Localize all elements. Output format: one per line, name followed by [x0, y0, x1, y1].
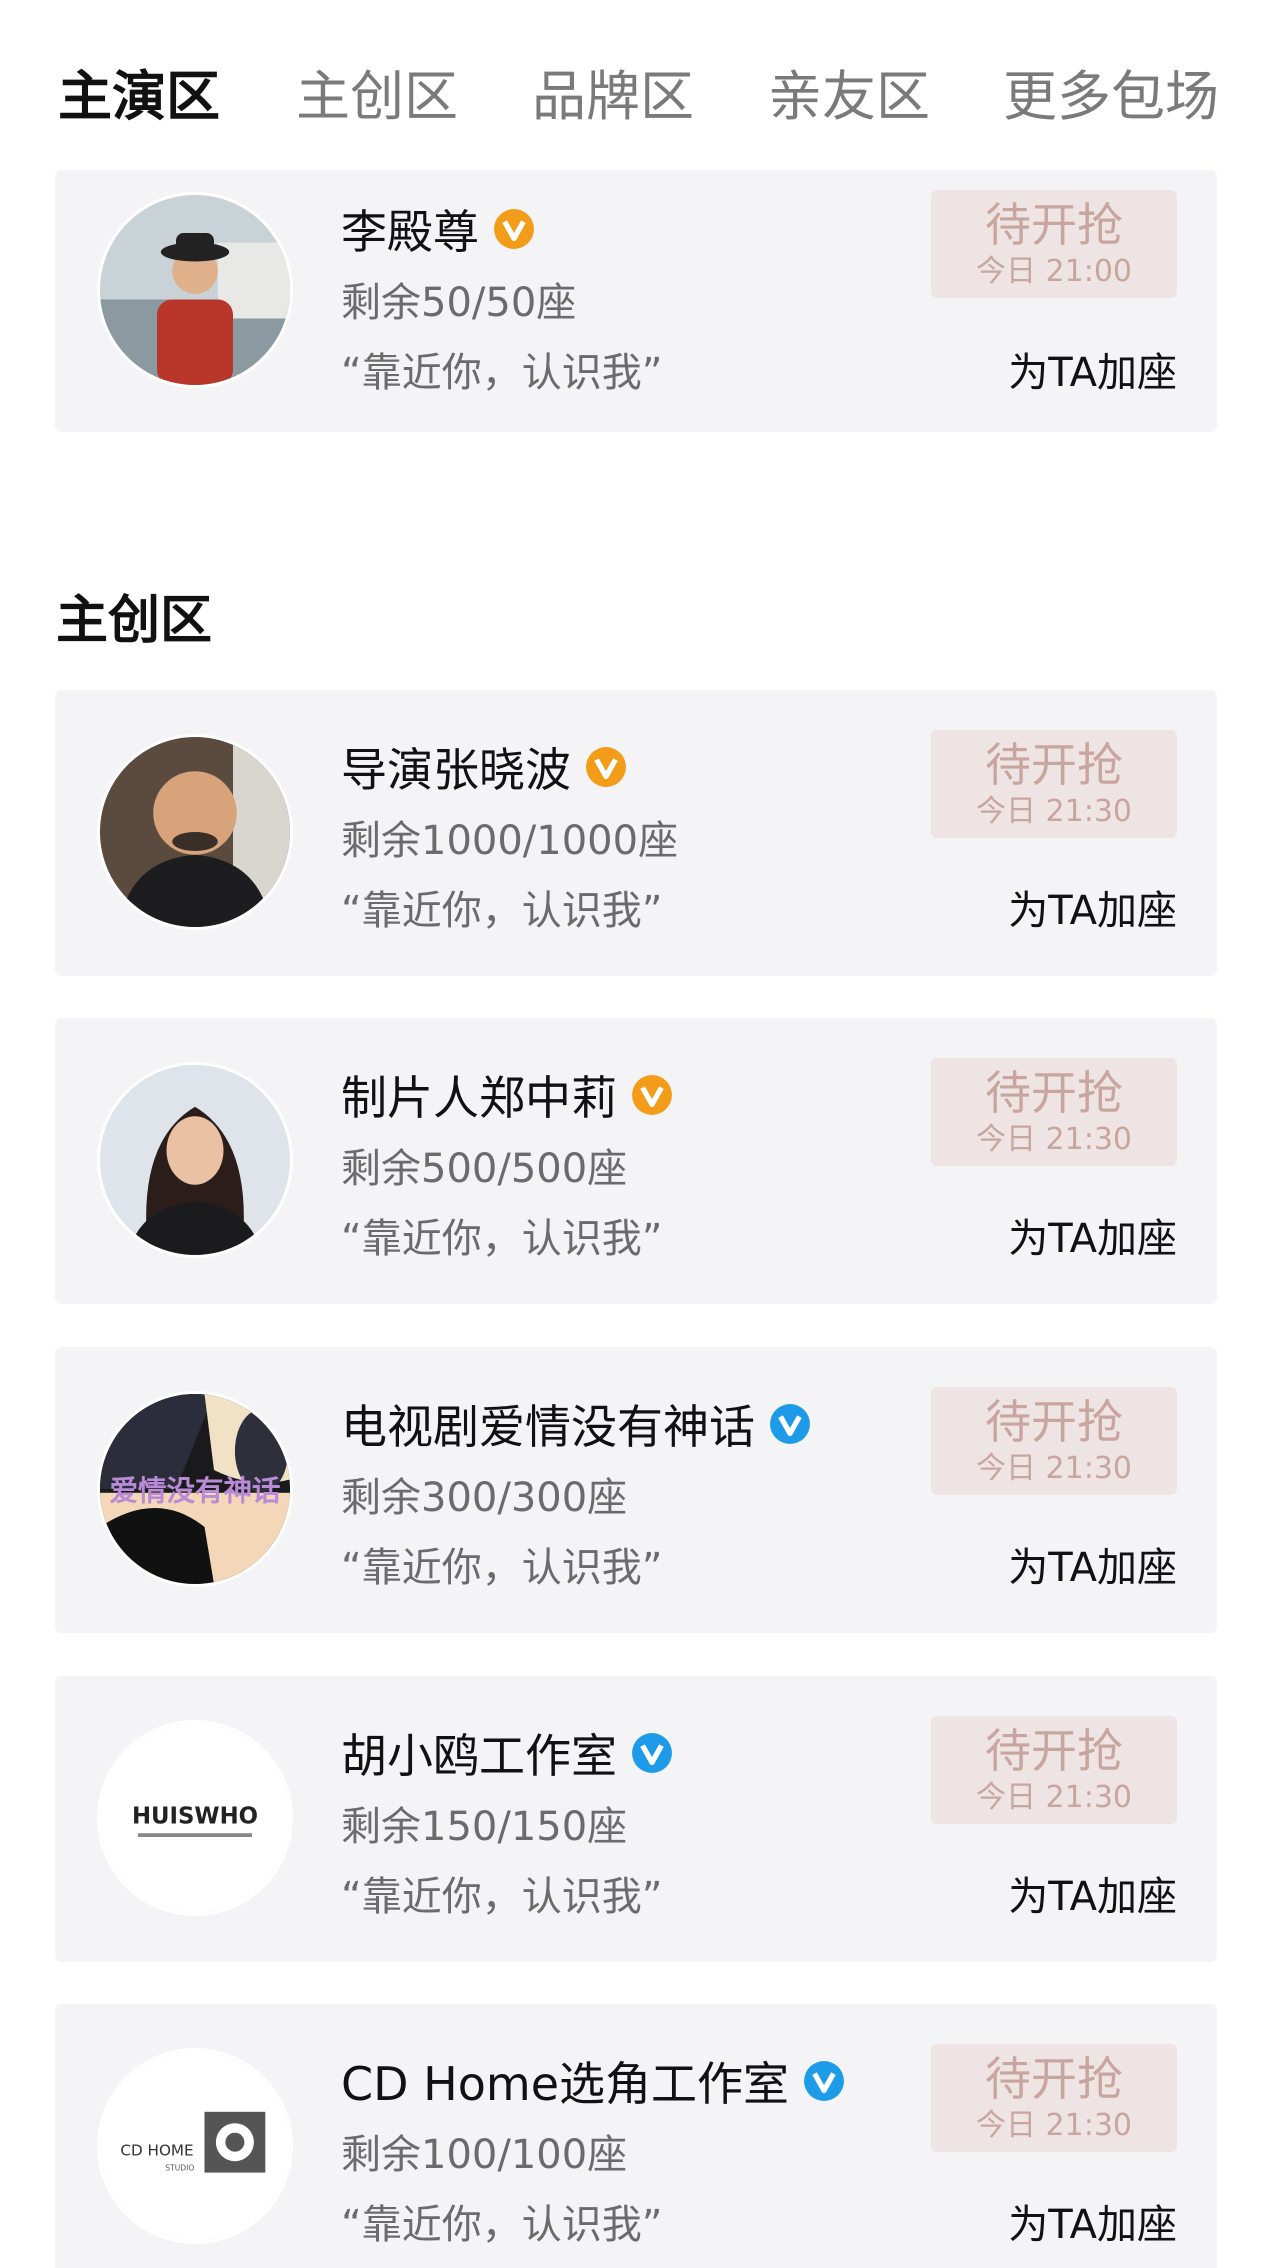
seats-remaining: 剩余1000/1000座: [341, 818, 679, 864]
slogan: “靠近你，认识我”: [341, 350, 663, 396]
verified-orange-badge-icon: [494, 209, 534, 249]
grab-button[interactable]: 待开抢 今日 21:30: [931, 1387, 1177, 1495]
grab-label: 待开抢: [985, 2052, 1123, 2106]
logo-subtext: STUDIO: [165, 2164, 194, 2173]
host-name-text: 胡小鸥工作室: [341, 1729, 617, 1783]
person-red-shirt-hat-avatar-icon: [100, 195, 290, 385]
seats-remaining: 剩余150/150座: [341, 1804, 628, 1850]
host-card[interactable]: CD HOME STUDIO CD Home选角工作室 剩余100/100座 “…: [55, 2004, 1217, 2268]
grab-button[interactable]: 待开抢 今日 21:30: [931, 2044, 1177, 2152]
host-name: 电视剧爱情没有神话: [341, 1391, 811, 1457]
avatar[interactable]: 爱情没有神话: [97, 1391, 293, 1587]
bald-man-avatar-icon: [100, 737, 290, 927]
verified-blue-badge-icon: [804, 2061, 844, 2101]
grab-label: 待开抢: [985, 1066, 1123, 1120]
seats-remaining: 剩余300/300座: [341, 1475, 628, 1521]
avatar[interactable]: CD HOME STUDIO: [97, 2048, 293, 2244]
verified-blue-badge-icon: [632, 1733, 672, 1773]
tab-main-creators[interactable]: 主创区: [296, 52, 458, 131]
verified-orange-badge-icon: [632, 1075, 672, 1115]
seats-remaining: 剩余500/500座: [341, 1146, 628, 1192]
host-card[interactable]: 制片人郑中莉 剩余500/500座 “靠近你，认识我” 待开抢 今日 21:30…: [55, 1018, 1217, 1304]
grab-button[interactable]: 待开抢 今日 21:00: [931, 190, 1177, 298]
add-seat-button[interactable]: 为TA加座: [1008, 2192, 1177, 2250]
seats-remaining: 剩余50/50座: [341, 280, 577, 326]
grab-button[interactable]: 待开抢 今日 21:30: [931, 730, 1177, 838]
avatar[interactable]: [97, 734, 293, 930]
slogan: “靠近你，认识我”: [341, 1545, 663, 1591]
host-card[interactable]: 李殿尊 剩余50/50座 “靠近你，认识我” 待开抢 今日 21:00 为TA加…: [55, 170, 1217, 432]
grab-button[interactable]: 待开抢 今日 21:30: [931, 1058, 1177, 1166]
section-title: 主创区: [56, 591, 213, 651]
logo-text: HUISWHO: [132, 1804, 258, 1830]
add-seat-button[interactable]: 为TA加座: [1008, 878, 1177, 936]
host-name-text: 李殿尊: [341, 205, 479, 259]
slogan: “靠近你，认识我”: [341, 2202, 663, 2248]
zone-tabs: 主演区 主创区 品牌区 亲友区 更多包场: [0, 0, 1284, 170]
host-name-text: 电视剧爱情没有神话: [341, 1400, 755, 1454]
slogan: “靠近你，认识我”: [341, 1216, 663, 1262]
tab-more-bookings[interactable]: 更多包场: [1003, 52, 1219, 131]
cdhome-logo-avatar-icon: CD HOME STUDIO: [100, 2051, 290, 2241]
avatar[interactable]: HUISWHO: [97, 1720, 293, 1916]
add-seat-button[interactable]: 为TA加座: [1008, 340, 1177, 398]
grab-label: 待开抢: [985, 1395, 1123, 1449]
grab-time: 今日 21:00: [976, 254, 1132, 289]
verified-orange-badge-icon: [586, 747, 626, 787]
seats-remaining: 剩余100/100座: [341, 2132, 628, 2178]
grab-label: 待开抢: [985, 1724, 1123, 1778]
grab-label: 待开抢: [985, 738, 1123, 792]
tab-brands[interactable]: 品牌区: [532, 52, 694, 131]
avatar[interactable]: [97, 192, 293, 388]
grab-time: 今日 21:30: [976, 1780, 1132, 1815]
host-name-text: 制片人郑中莉: [341, 1071, 617, 1125]
host-card[interactable]: 爱情没有神话 电视剧爱情没有神话 剩余300/300座 “靠近你，认识我” 待开…: [55, 1347, 1217, 1633]
tab-lead-actors[interactable]: 主演区: [58, 52, 220, 131]
tab-friends[interactable]: 亲友区: [768, 52, 930, 131]
grab-time: 今日 21:30: [976, 794, 1132, 829]
host-name-text: 导演张晓波: [341, 743, 571, 797]
grab-time: 今日 21:30: [976, 2108, 1132, 2143]
add-seat-button[interactable]: 为TA加座: [1008, 1206, 1177, 1264]
host-name-text: CD Home选角工作室: [341, 2057, 790, 2111]
logo-text: CD HOME: [120, 2142, 193, 2160]
poster-title: 爱情没有神话: [109, 1474, 280, 1507]
drama-poster-avatar-icon: 爱情没有神话: [100, 1394, 290, 1584]
add-seat-button[interactable]: 为TA加座: [1008, 1864, 1177, 1922]
verified-blue-badge-icon: [770, 1404, 810, 1444]
woman-dark-hair-avatar-icon: [100, 1065, 290, 1255]
host-card[interactable]: HUISWHO 胡小鸥工作室 剩余150/150座 “靠近你，认识我” 待开抢 …: [55, 1676, 1217, 1962]
host-name: 李殿尊: [341, 196, 535, 262]
host-name: 导演张晓波: [341, 734, 627, 800]
grab-label: 待开抢: [985, 198, 1123, 252]
huiswho-logo-avatar-icon: HUISWHO: [100, 1723, 290, 1913]
grab-time: 今日 21:30: [976, 1122, 1132, 1157]
host-name: 胡小鸥工作室: [341, 1720, 673, 1786]
add-seat-button[interactable]: 为TA加座: [1008, 1535, 1177, 1593]
grab-time: 今日 21:30: [976, 1451, 1132, 1486]
avatar[interactable]: [97, 1062, 293, 1258]
host-card[interactable]: 导演张晓波 剩余1000/1000座 “靠近你，认识我” 待开抢 今日 21:3…: [55, 690, 1217, 976]
grab-button[interactable]: 待开抢 今日 21:30: [931, 1716, 1177, 1824]
slogan: “靠近你，认识我”: [341, 888, 663, 934]
host-name: 制片人郑中莉: [341, 1062, 673, 1128]
slogan: “靠近你，认识我”: [341, 1874, 663, 1920]
host-name: CD Home选角工作室: [341, 2048, 845, 2114]
